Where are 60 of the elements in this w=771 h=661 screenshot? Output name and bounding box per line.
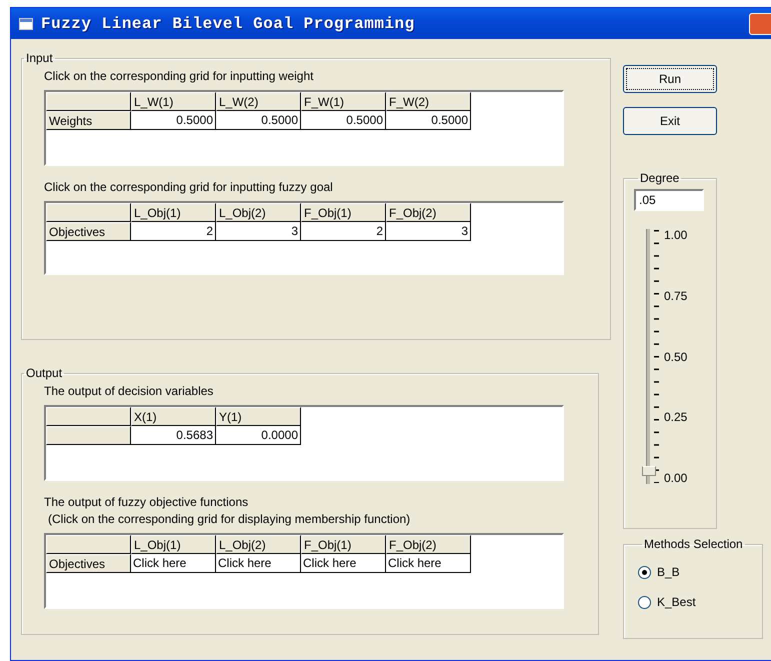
dialog-button[interactable]: Run — [623, 65, 717, 93]
tick-label: 0.75 — [664, 290, 688, 302]
column-header: X(1) — [131, 407, 216, 426]
column-header: F_Obj(2) — [386, 535, 471, 554]
data-grid[interactable]: L_Obj(1) L_Obj(2) F_Obj(1) F_Obj(2) Objectives Click here Click here Click here Click here — [44, 533, 564, 609]
dialog-button[interactable]: Exit — [623, 107, 717, 135]
row-header: Objectives — [46, 554, 131, 573]
tick-label: 1.00 — [664, 229, 688, 241]
slider-thumb[interactable] — [642, 466, 656, 476]
grid-cell[interactable]: 0.5000 — [216, 111, 301, 130]
column-header: Y(1) — [216, 407, 301, 426]
grid-label: The output of fuzzy objective functions — [44, 495, 250, 510]
column-header: F_Obj(2) — [386, 203, 471, 222]
grid-cell[interactable]: 0.5000 — [386, 111, 471, 130]
section-legend: Methods Selection — [642, 537, 745, 551]
radio-button[interactable] — [638, 566, 651, 578]
data-grid[interactable]: X(1) Y(1) 0.5683 0.0000 — [44, 405, 564, 481]
window-title: Fuzzy Linear Bilevel Goal Programming — [41, 14, 415, 34]
section-legend: Output — [24, 366, 64, 380]
data-grid[interactable]: L_W(1) L_W(2) F_W(1) F_W(2) Weights 0.5000 0.5000 0.5000 0.5000 — [44, 90, 564, 166]
data-grid[interactable]: L_Obj(1) L_Obj(2) F_Obj(1) F_Obj(2) Objectives 2 3 2 3 — [44, 201, 564, 275]
grid-cell[interactable]: 0.0000 — [216, 426, 301, 445]
grid-cell[interactable]: Click here — [216, 554, 301, 573]
section-legend: Input — [24, 51, 55, 65]
grid-cell[interactable]: Click here — [301, 554, 386, 573]
column-header: F_Obj(1) — [301, 535, 386, 554]
grid-note: (Click on the corresponding grid for displaying membership function) — [48, 512, 412, 527]
grid-cell[interactable]: 3 — [386, 222, 471, 241]
radio-label[interactable]: K_Best — [657, 593, 696, 611]
tick-label: 0.00 — [664, 472, 688, 484]
grid-label: Click on the corresponding grid for inputting weight — [44, 69, 314, 84]
radio-button[interactable] — [638, 596, 651, 608]
column-header: L_Obj(2) — [216, 535, 301, 554]
column-header: F_W(2) — [386, 92, 471, 111]
window-icon — [19, 18, 33, 30]
grid-cell[interactable]: 2 — [301, 222, 386, 241]
grid-cell[interactable]: 2 — [131, 222, 216, 241]
close-button[interactable] — [749, 12, 771, 34]
grid-cell[interactable]: Click here — [131, 554, 216, 573]
column-header: L_Obj(2) — [216, 203, 301, 222]
grid-cell[interactable]: 3 — [216, 222, 301, 241]
column-header: L_W(2) — [216, 92, 301, 111]
section-legend: Degree — [638, 171, 682, 185]
tick-label: 0.50 — [664, 350, 688, 362]
row-header: Objectives — [46, 222, 131, 241]
column-header: F_W(1) — [301, 92, 386, 111]
grid-cell[interactable]: 0.5000 — [301, 111, 386, 130]
grid-cell[interactable]: Click here — [386, 554, 471, 573]
grid-label: The output of decision variables — [44, 384, 214, 399]
column-header: L_Obj(1) — [131, 203, 216, 222]
degree-field[interactable]: .05 — [634, 189, 704, 211]
radio-label[interactable]: B_B — [657, 563, 680, 581]
column-header: F_Obj(1) — [301, 203, 386, 222]
row-header: Weights — [46, 111, 131, 130]
grid-cell[interactable]: 0.5000 — [131, 111, 216, 130]
tick-label: 0.25 — [664, 411, 688, 424]
column-header: L_W(1) — [131, 92, 216, 111]
column-header: L_Obj(1) — [131, 535, 216, 554]
grid-cell[interactable]: 0.5683 — [131, 426, 216, 445]
grid-label: Click on the corresponding grid for inputting fuzzy goal — [44, 180, 334, 195]
